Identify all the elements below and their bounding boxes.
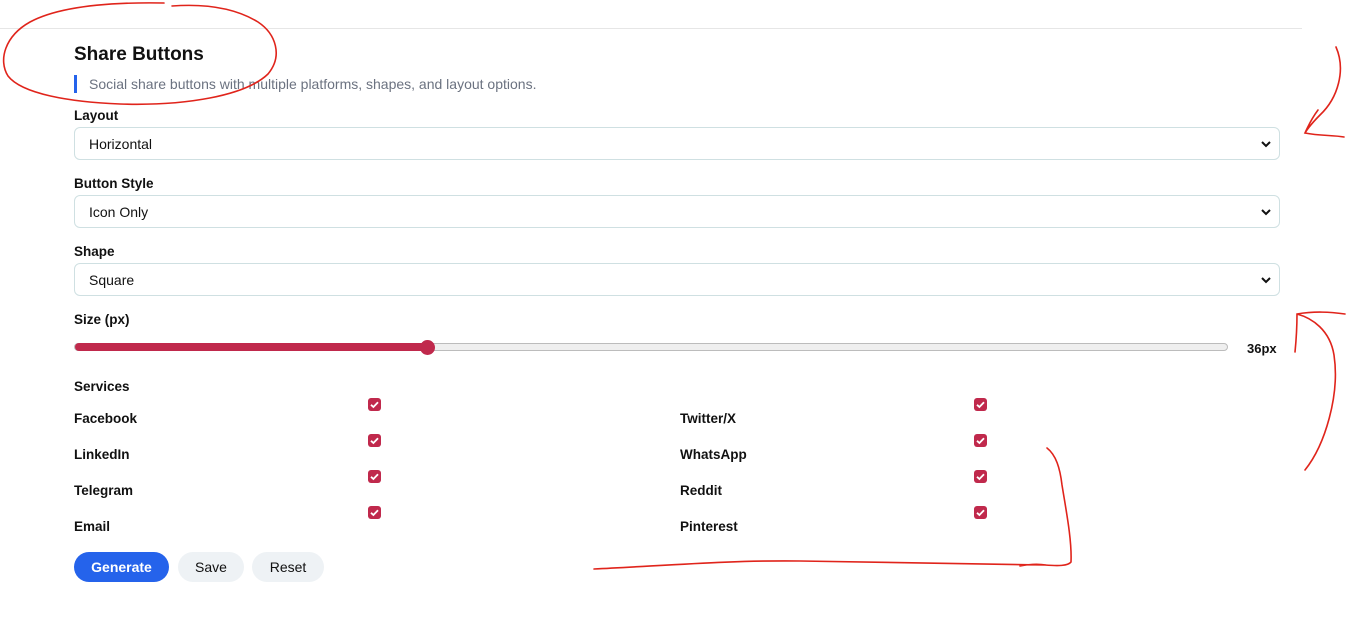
shape-label: Shape	[74, 244, 115, 259]
size-slider-fill	[75, 343, 428, 351]
service-checkbox-email[interactable]	[368, 506, 381, 519]
annotation-underline	[593, 447, 1072, 570]
shape-select-value: Square	[89, 271, 135, 288]
chevron-down-icon	[1261, 141, 1271, 148]
page-title: Share Buttons	[74, 44, 204, 65]
size-slider-thumb[interactable]	[420, 340, 435, 355]
service-label-linkedin: LinkedIn	[74, 447, 130, 462]
check-icon	[976, 473, 985, 481]
annotation-overlay	[2, 2, 1346, 570]
layout-select-value: Horizontal	[89, 135, 153, 152]
button-style-select-value: Icon Only	[89, 203, 149, 220]
service-checkbox-twitter[interactable]	[974, 398, 987, 411]
service-label-twitter: Twitter/X	[680, 411, 737, 426]
shape-select[interactable]: Square	[74, 263, 1280, 296]
service-checkbox-whatsapp[interactable]	[974, 434, 987, 447]
service-checkbox-reddit[interactable]	[974, 470, 987, 483]
check-icon	[370, 437, 379, 445]
annotation-arrow-middle-right	[1294, 311, 1346, 471]
service-checkbox-telegram[interactable]	[368, 470, 381, 483]
save-button[interactable]: Save	[178, 552, 244, 582]
check-icon	[976, 437, 985, 445]
service-checkbox-linkedin[interactable]	[368, 434, 381, 447]
service-label-email: Email	[74, 519, 111, 534]
services-label: Services	[74, 379, 130, 394]
button-style-label: Button Style	[74, 176, 154, 191]
layout-select[interactable]: Horizontal	[74, 127, 1280, 160]
check-icon	[370, 509, 379, 517]
check-icon	[976, 401, 985, 409]
check-icon	[976, 509, 985, 517]
check-icon	[370, 401, 379, 409]
service-label-telegram: Telegram	[74, 483, 134, 498]
check-icon	[370, 473, 379, 481]
top-divider	[0, 28, 1302, 29]
page-subtitle: Social share buttons with multiple platf…	[74, 75, 536, 93]
chevron-down-icon	[1261, 209, 1271, 216]
annotation-arrow-top-right	[1303, 46, 1345, 138]
size-label: Size (px)	[74, 312, 130, 327]
service-checkbox-facebook[interactable]	[368, 398, 381, 411]
size-value: 36px	[1247, 341, 1277, 356]
service-label-reddit: Reddit	[680, 483, 722, 498]
service-label-pinterest: Pinterest	[680, 519, 738, 534]
button-style-select[interactable]: Icon Only	[74, 195, 1280, 228]
service-checkbox-pinterest[interactable]	[974, 506, 987, 519]
service-label-whatsapp: WhatsApp	[680, 447, 747, 462]
reset-button[interactable]: Reset	[252, 552, 324, 582]
size-slider[interactable]	[74, 343, 1228, 351]
generate-button[interactable]: Generate	[74, 552, 169, 582]
layout-label: Layout	[74, 108, 119, 123]
service-label-facebook: Facebook	[74, 411, 138, 426]
chevron-down-icon	[1261, 277, 1271, 284]
